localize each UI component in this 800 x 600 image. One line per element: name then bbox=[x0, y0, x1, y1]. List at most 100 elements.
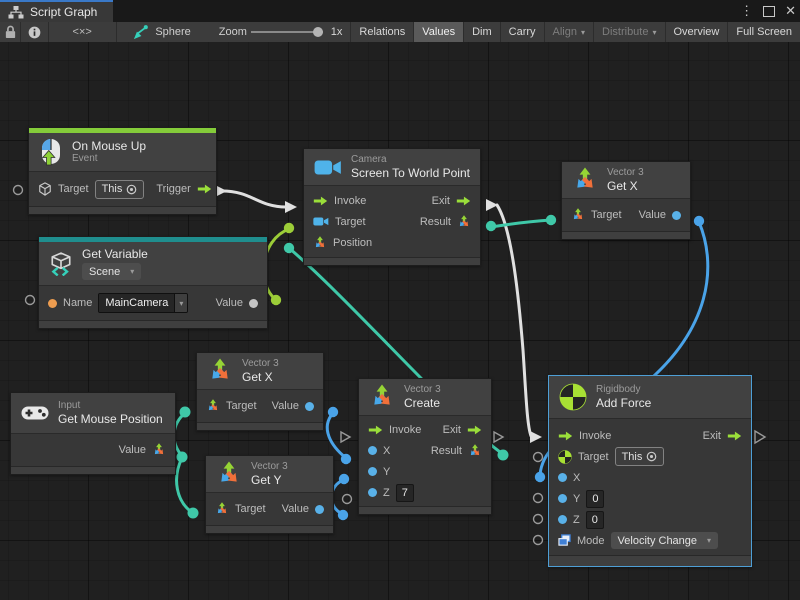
this-target-icon bbox=[646, 451, 657, 462]
node-on-mouse-up[interactable]: On Mouse Up Event Target This Trigger bbox=[28, 127, 217, 215]
value-port[interactable] bbox=[249, 299, 258, 308]
node-get-x-mid[interactable]: Vector 3 Get X Target Value bbox=[196, 352, 324, 431]
rigidbody-port-icon[interactable] bbox=[558, 450, 572, 464]
invoke-port-icon[interactable] bbox=[368, 425, 383, 435]
port-getx-target-in[interactable] bbox=[180, 407, 191, 418]
target-label: Target bbox=[578, 451, 609, 463]
node-get-variable[interactable]: Get Variable Scene ▾ Name MainCamera ▾ V… bbox=[38, 236, 268, 329]
trigger-port-icon[interactable] bbox=[197, 184, 212, 194]
vector3-port-icon[interactable] bbox=[215, 502, 229, 516]
port-camera-result-out[interactable] bbox=[486, 221, 496, 231]
vector3-port-icon[interactable] bbox=[468, 444, 482, 458]
y-value-field[interactable]: 0 bbox=[586, 490, 604, 508]
carry-button[interactable]: Carry bbox=[501, 22, 545, 42]
variable-name-dropdown[interactable]: MainCamera ▾ bbox=[98, 293, 188, 313]
full-screen-button[interactable]: Full Screen bbox=[728, 22, 800, 42]
node-title: Get Mouse Position bbox=[58, 412, 163, 426]
node-category: Vector 3 bbox=[251, 461, 288, 473]
port-create-result-out[interactable] bbox=[498, 450, 509, 461]
node-get-y[interactable]: Vector 3 Get Y Target Value bbox=[205, 455, 334, 534]
vector3-port-icon[interactable] bbox=[571, 208, 585, 222]
node-category: Rigidbody bbox=[596, 384, 651, 396]
y-port[interactable] bbox=[368, 467, 377, 476]
value-port[interactable] bbox=[305, 402, 314, 411]
node-title: Get X bbox=[607, 179, 644, 193]
node-category: Camera bbox=[351, 154, 470, 166]
window-menu-icon[interactable]: ⋮ bbox=[740, 3, 753, 19]
port-variable-value-out[interactable] bbox=[271, 295, 281, 305]
z-value-field[interactable]: 0 bbox=[586, 511, 604, 529]
camera-port-icon[interactable] bbox=[313, 216, 329, 227]
overview-button[interactable]: Overview bbox=[666, 22, 729, 42]
trigger-label: Trigger bbox=[156, 183, 190, 195]
port-mouse-value-out[interactable] bbox=[177, 452, 188, 463]
port-gety-value-out[interactable] bbox=[338, 510, 348, 520]
z-port[interactable] bbox=[558, 515, 567, 524]
x-port[interactable] bbox=[368, 446, 377, 455]
port-create-y-in[interactable] bbox=[339, 474, 349, 484]
value-label: Value bbox=[119, 444, 146, 456]
x-label: X bbox=[383, 445, 390, 457]
value-label: Value bbox=[282, 503, 309, 515]
z-port[interactable] bbox=[368, 488, 377, 497]
vector3-icon bbox=[216, 461, 242, 487]
dim-button[interactable]: Dim bbox=[464, 22, 501, 42]
x-port[interactable] bbox=[558, 473, 567, 482]
node-title: Get Y bbox=[251, 473, 288, 487]
vector3-port-icon[interactable] bbox=[152, 443, 166, 457]
value-port[interactable] bbox=[672, 211, 681, 220]
mode-dropdown[interactable]: Velocity Change ▾ bbox=[611, 532, 719, 549]
invoke-label: Invoke bbox=[579, 430, 611, 442]
node-vector3-create[interactable]: Vector 3 Create Invoke Exit X Result bbox=[358, 378, 492, 515]
vector3-port-icon[interactable] bbox=[457, 215, 471, 229]
variable-icon bbox=[49, 252, 73, 276]
invoke-port-icon[interactable] bbox=[558, 431, 573, 441]
chevron-down-icon: ▾ bbox=[130, 267, 134, 276]
distribute-dropdown[interactable]: Distribute▾ bbox=[594, 22, 665, 42]
port-getxtop-target-in[interactable] bbox=[546, 215, 556, 225]
value-port[interactable] bbox=[315, 505, 324, 514]
node-get-mouse-position[interactable]: Input Get Mouse Position Value bbox=[10, 392, 176, 475]
values-button[interactable]: Values bbox=[414, 22, 464, 42]
zoom-slider[interactable] bbox=[251, 31, 323, 33]
this-chip[interactable]: This bbox=[95, 180, 145, 199]
z-label: Z bbox=[573, 514, 580, 526]
enum-port-icon[interactable] bbox=[558, 534, 571, 547]
align-dropdown[interactable]: Align▾ bbox=[545, 22, 594, 42]
port-create-x-in[interactable] bbox=[341, 454, 351, 464]
z-value-field[interactable]: 7 bbox=[396, 484, 414, 502]
this-chip[interactable]: This bbox=[615, 447, 665, 466]
port-getxtop-value-out[interactable] bbox=[694, 216, 704, 226]
exit-port-icon[interactable] bbox=[727, 431, 742, 441]
port-camera-target-in[interactable] bbox=[284, 223, 294, 233]
y-label: Y bbox=[573, 493, 580, 505]
exit-port-icon[interactable] bbox=[456, 196, 471, 206]
exit-port-icon[interactable] bbox=[467, 425, 482, 435]
port-camera-position-in[interactable] bbox=[284, 243, 294, 253]
port-getx-value-out[interactable] bbox=[328, 407, 338, 417]
node-get-x-top[interactable]: Vector 3 Get X Target Value bbox=[561, 161, 691, 240]
vector3-port-icon[interactable] bbox=[206, 399, 220, 413]
tab-script-graph[interactable]: Script Graph bbox=[0, 0, 113, 22]
zoom-slider-handle[interactable] bbox=[313, 27, 323, 37]
name-port[interactable] bbox=[48, 299, 57, 308]
scope-dropdown[interactable]: Scene ▾ bbox=[82, 263, 141, 280]
selection-pointer-icon bbox=[133, 25, 148, 40]
vector3-port-icon[interactable] bbox=[313, 236, 327, 250]
close-icon[interactable]: ✕ bbox=[785, 3, 796, 19]
edit-code-button[interactable]: <×> bbox=[49, 22, 117, 42]
inspect-button[interactable] bbox=[21, 22, 49, 42]
node-add-force[interactable]: Rigidbody Add Force Invoke Exit Target T… bbox=[548, 375, 752, 567]
port-addforce-x-in[interactable] bbox=[535, 472, 545, 482]
port-gety-target-in[interactable] bbox=[188, 508, 199, 519]
y-port[interactable] bbox=[558, 494, 567, 503]
lock-button[interactable] bbox=[0, 22, 21, 42]
relations-button[interactable]: Relations bbox=[350, 22, 414, 42]
maximize-icon[interactable] bbox=[763, 6, 775, 17]
chevron-down-icon: ▾ bbox=[652, 28, 656, 37]
value-label: Value bbox=[216, 297, 243, 309]
invoke-port-icon[interactable] bbox=[313, 196, 328, 206]
position-label: Position bbox=[333, 237, 372, 249]
node-screen-to-world-point[interactable]: Camera Screen To World Point Invoke Exit… bbox=[303, 148, 481, 266]
exit-label: Exit bbox=[432, 195, 450, 207]
